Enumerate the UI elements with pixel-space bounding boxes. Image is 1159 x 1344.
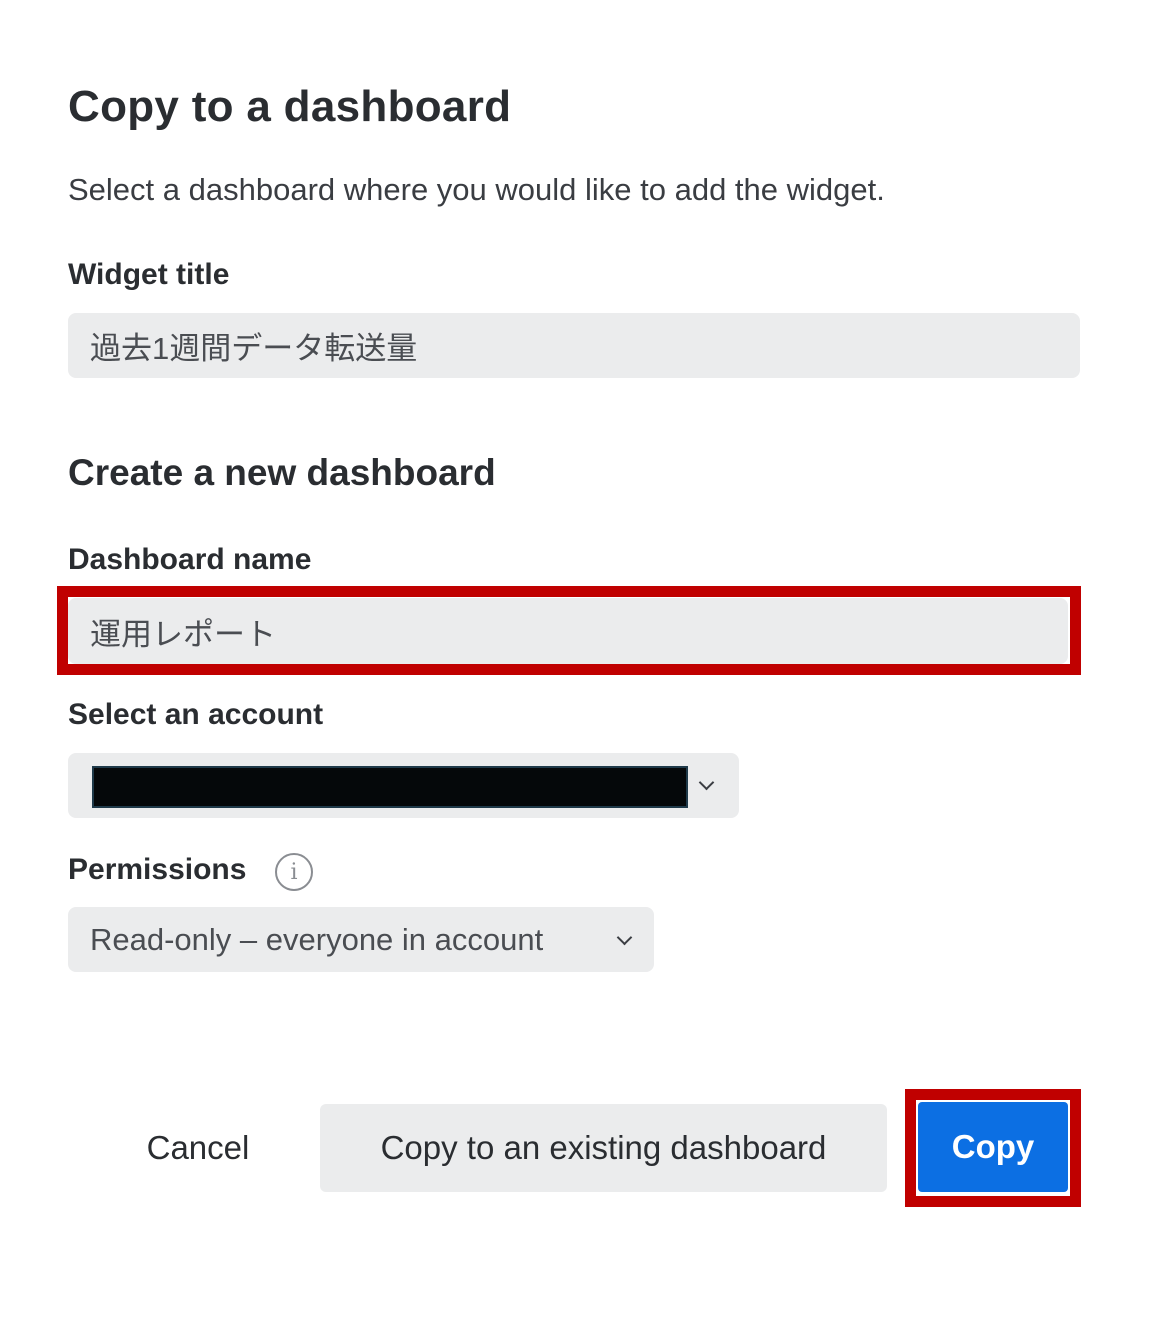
permissions-value: Read-only – everyone in account (90, 921, 544, 957)
info-icon[interactable]: i (275, 853, 313, 891)
dashboard-name-label: Dashboard name (68, 543, 312, 576)
copy-button[interactable]: Copy (918, 1102, 1068, 1192)
dialog-subtitle: Select a dashboard where you would like … (68, 172, 885, 207)
widget-title-field[interactable]: 過去1週間データ転送量 (68, 313, 1080, 378)
redacted-account-name (92, 766, 688, 808)
permissions-select[interactable]: Read-only – everyone in account (68, 907, 654, 972)
copy-to-dashboard-dialog: Copy to a dashboard Select a dashboard w… (0, 0, 1159, 1344)
copy-to-existing-dashboard-button[interactable]: Copy to an existing dashboard (320, 1104, 887, 1192)
widget-title-label: Widget title (68, 258, 230, 291)
cancel-button[interactable]: Cancel (120, 1104, 276, 1192)
widget-title-value: 過去1週間データ転送量 (90, 331, 418, 366)
dashboard-name-value: 運用レポート (90, 616, 276, 652)
dialog-title: Copy to a dashboard (68, 82, 512, 131)
dashboard-name-input[interactable]: 運用レポート (68, 598, 1068, 664)
section-title-new-dashboard: Create a new dashboard (68, 452, 496, 493)
account-label: Select an account (68, 698, 324, 731)
permissions-label: Permissions (68, 853, 247, 886)
